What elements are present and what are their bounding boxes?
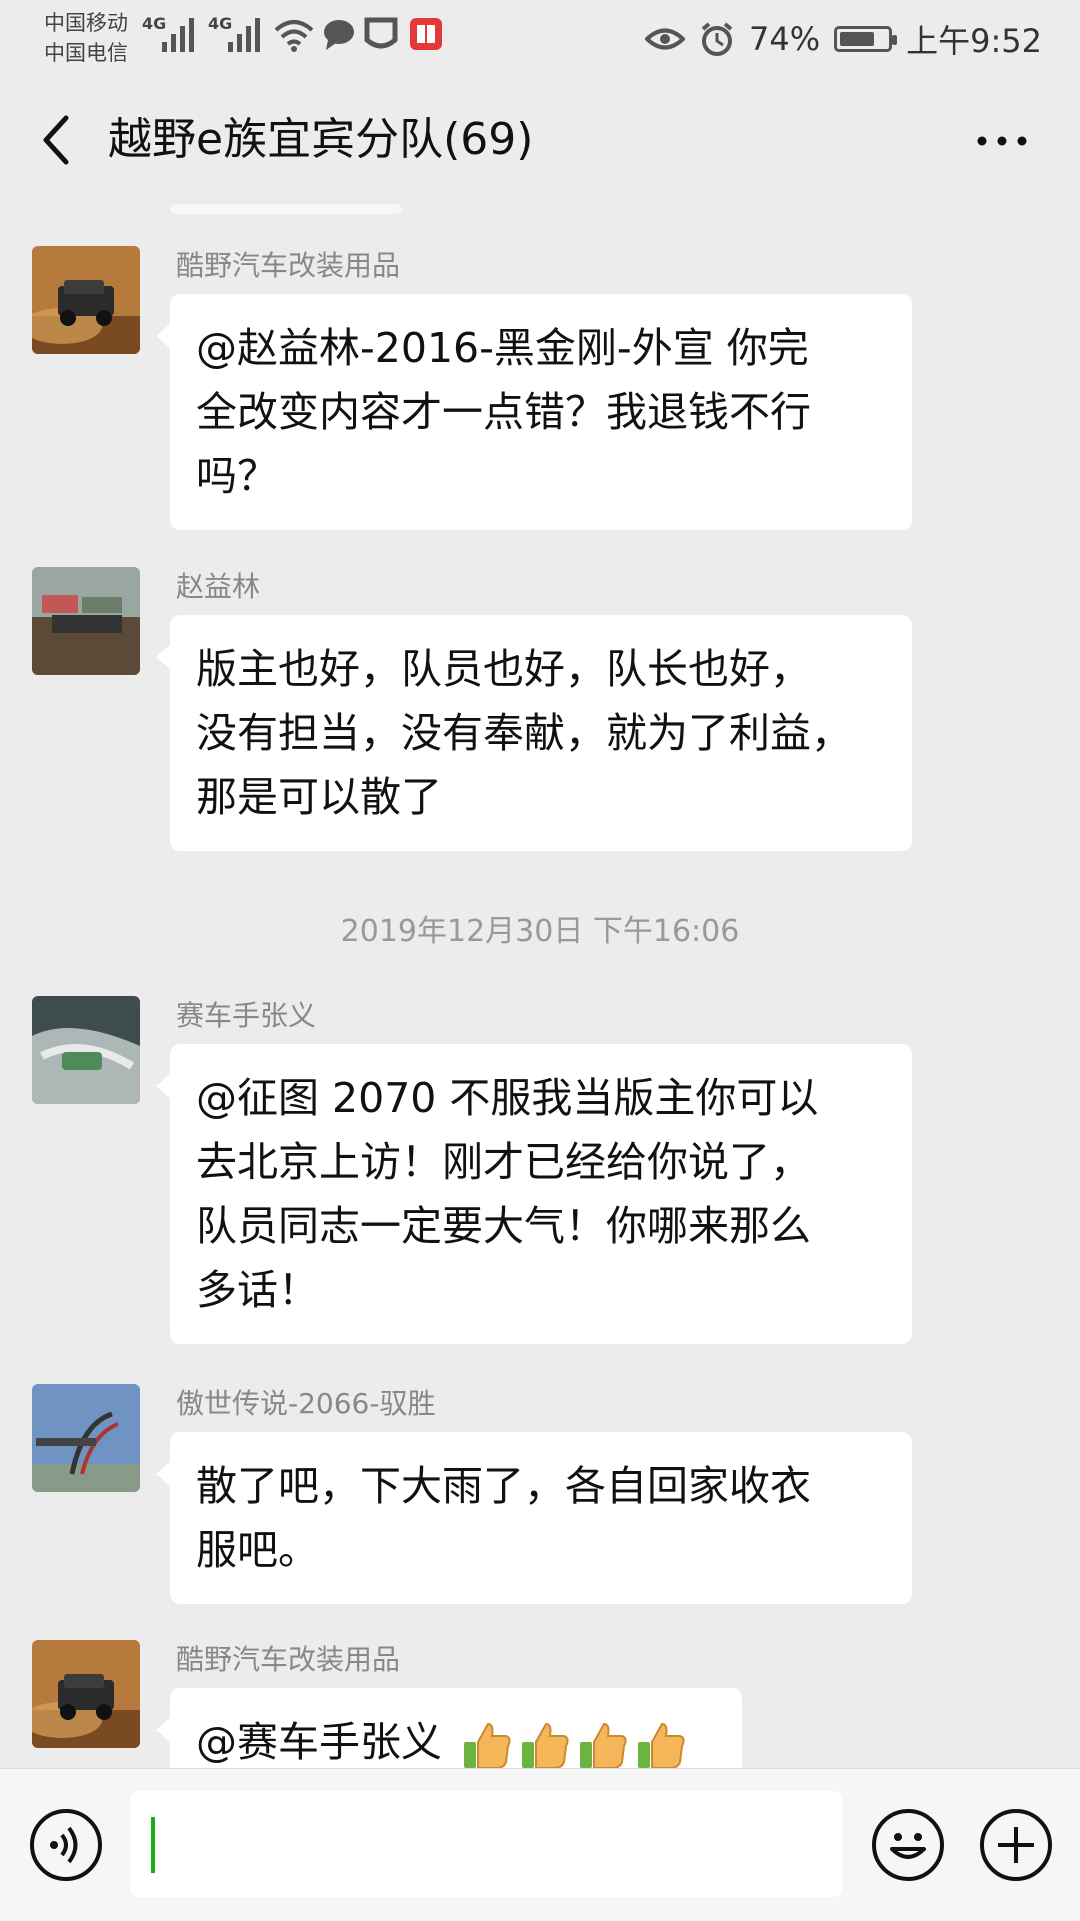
message-line: 散了吧，下大雨了，各自回家收衣: [196, 1462, 811, 1510]
voice-button[interactable]: [30, 1809, 102, 1881]
message-line: @赵益林-2016-黑金刚-外宣 你完: [196, 324, 809, 372]
more-functions-button[interactable]: [980, 1809, 1052, 1881]
message-bubble[interactable]: 散了吧，下大雨了，各自回家收衣 服吧。: [156, 1432, 912, 1604]
message-timestamp: 2019年12月30日 下午16:06: [340, 914, 740, 949]
carrier-info: 中国移动 中国电信: [44, 8, 128, 68]
signal-icon: [228, 18, 260, 52]
sender-name: 赵益林: [176, 570, 261, 603]
message-line: 全改变内容才一点错？我退钱不行: [196, 388, 811, 436]
thumbs-up-icon: [580, 1722, 627, 1769]
pull-indicator: [170, 204, 402, 214]
avatar-image: [32, 1640, 140, 1748]
avatar[interactable]: [32, 1640, 140, 1748]
app-notification-icon: [364, 17, 398, 49]
signal-icon: [162, 18, 194, 52]
avatar-image: [32, 567, 140, 675]
avatar-image: [32, 246, 140, 354]
message-bubble[interactable]: @赵益林-2016-黑金刚-外宣 你完 全改变内容才一点错？我退钱不行 吗？: [156, 294, 912, 530]
avatar[interactable]: [32, 996, 140, 1104]
message-line: @征图 2070 不服我当版主你可以: [196, 1074, 819, 1122]
alarm-icon: [701, 22, 733, 56]
avatar[interactable]: [32, 567, 140, 675]
text-caret: [151, 1817, 155, 1873]
message-bubble[interactable]: 版主也好，队员也好，队长也好， 没有担当，没有奉献，就为了利益， 那是可以散了: [156, 615, 912, 851]
message-line: 吗？: [196, 452, 278, 500]
sender-name: 傲世传说-2066-驭胜: [176, 1387, 436, 1420]
avatar[interactable]: [32, 1384, 140, 1492]
message-input[interactable]: [130, 1791, 842, 1897]
battery-percent: 74%: [749, 20, 821, 58]
status-bar: 中国移动 中国电信 4G 4G 74% 上午9:52: [0, 0, 1080, 78]
thumbs-up-icon: [522, 1722, 569, 1769]
wifi-icon: [274, 20, 314, 52]
chat-header: 越野e族宜宾分队(69): [0, 80, 1080, 200]
avatar-image: [32, 1384, 140, 1492]
chat-notification-icon: [324, 20, 354, 50]
eye-icon: [645, 28, 685, 50]
emoji-button[interactable]: [872, 1809, 944, 1881]
thumbs-up-icon: [638, 1722, 685, 1769]
avatar-image: [32, 996, 140, 1104]
message-line: @赛车手张义: [196, 1718, 442, 1766]
more-dots-icon[interactable]: [974, 130, 1030, 152]
emoji-group: [460, 1718, 688, 1772]
input-bar: [0, 1768, 1080, 1921]
sender-name: 赛车手张义: [176, 999, 317, 1032]
message-line: 版主也好，队员也好，队长也好，: [196, 645, 811, 693]
emoji-icon: [890, 1833, 926, 1859]
message-line: 服吧。: [196, 1526, 319, 1574]
status-right: 74% 上午9:52: [645, 14, 1042, 64]
thumbs-up-icon: [464, 1722, 511, 1769]
carrier-1: 中国移动: [44, 11, 128, 35]
battery-icon: [834, 26, 898, 52]
battery-fill: [840, 32, 875, 46]
message-line: 没有担当，没有奉献，就为了利益，: [196, 709, 852, 757]
back-arrow-icon[interactable]: [38, 112, 78, 168]
message-line: 多话！: [196, 1266, 319, 1314]
chat-title: 越野e族宜宾分队(69): [108, 114, 534, 165]
message-bubble[interactable]: @征图 2070 不服我当版主你可以 去北京上访！刚才已经给你说了， 队员同志一…: [156, 1044, 912, 1344]
plus-icon: [998, 1827, 1034, 1863]
book-notification-icon: [410, 18, 442, 50]
status-time: 上午9:52: [906, 22, 1042, 60]
voice-icon: [50, 1826, 78, 1864]
avatar[interactable]: [32, 246, 140, 354]
message-line: 那是可以散了: [196, 773, 442, 821]
message-line: 队员同志一定要大气！你哪来那么: [196, 1202, 811, 1250]
sender-name: 酷野汽车改装用品: [176, 249, 401, 282]
message-line: 去北京上访！刚才已经给你说了，: [196, 1138, 811, 1186]
carrier-2: 中国电信: [44, 41, 128, 65]
sender-name: 酷野汽车改装用品: [176, 1643, 401, 1676]
